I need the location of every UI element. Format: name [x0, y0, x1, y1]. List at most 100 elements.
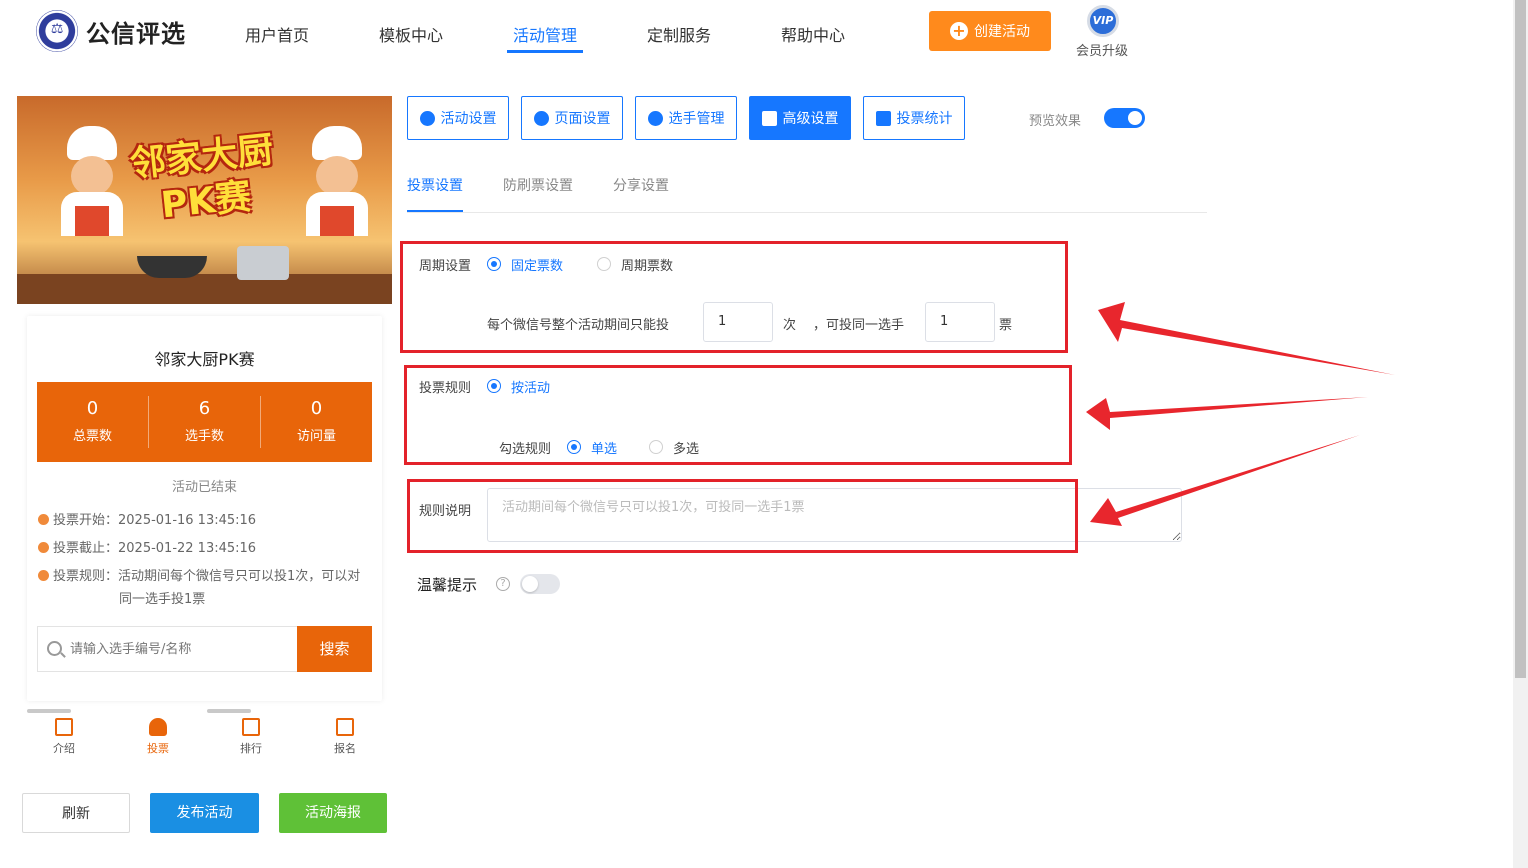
nav-template-center[interactable]: 模板中心 [379, 22, 443, 46]
fixed-votes-label[interactable]: 固定票数 [511, 255, 563, 274]
refresh-button[interactable]: 刷新 [22, 793, 130, 833]
times-per-wechat-input[interactable]: 1 [703, 302, 773, 342]
vip-icon[interactable]: VIP [1087, 5, 1119, 37]
arrow-icon [1098, 302, 1395, 375]
activity-status: 活动已结束 [171, 480, 237, 495]
cycle-votes-label[interactable]: 周期票数 [621, 255, 673, 274]
stat-total-votes: 0 总票数 [37, 382, 148, 462]
vote-statistics-button[interactable]: 投票统计 [863, 96, 965, 140]
brand-name: 公信评选 [86, 20, 186, 48]
star-icon [419, 110, 435, 126]
user-icon [149, 718, 167, 736]
stat-visits: 0 访问量 [261, 382, 372, 462]
vote-end-text: 投票截止：2025-01-22 13:45:16 [53, 541, 257, 556]
search-button[interactable]: 搜索 [297, 626, 372, 672]
by-activity-label[interactable]: 按活动 [511, 377, 550, 396]
nav-help-center[interactable]: 帮助中心 [781, 22, 845, 46]
clock-icon [38, 514, 49, 525]
tab-vote-settings[interactable]: 投票设置 [407, 175, 463, 195]
times-unit-text: 次 [783, 318, 797, 333]
votes-per-contestant-input[interactable]: 1 [925, 302, 995, 342]
subtab-divider [407, 212, 1207, 213]
page-settings-button[interactable]: 页面设置 [521, 96, 623, 140]
info-icon [38, 570, 49, 581]
tab-anti-fraud-settings[interactable]: 防刷票设置 [503, 175, 573, 195]
activity-settings-button[interactable]: 活动设置 [407, 96, 509, 140]
warm-tip-label: 温馨提示 [417, 576, 478, 594]
create-activity-button[interactable]: + 创建活动 [929, 11, 1051, 51]
activity-banner: 邻家大厨 PK赛 [17, 96, 392, 304]
button-label: 投票统计 [896, 111, 953, 127]
stat-value: 6 [198, 398, 211, 419]
rule-description-textarea[interactable] [487, 488, 1182, 542]
preview-effect-label: 预览效果 [1029, 114, 1082, 129]
limit-mid-text: ，可投同一选手 [813, 318, 905, 333]
stats-panel: 0 总票数 6 选手数 0 访问量 [37, 382, 372, 462]
tab-signup[interactable]: 报名 [315, 718, 375, 756]
radio-multi-select[interactable] [649, 440, 663, 454]
vip-upgrade-link[interactable]: 会员升级 [1076, 40, 1128, 59]
preview-effect-toggle[interactable] [1104, 108, 1145, 128]
subtab-active-indicator [407, 210, 463, 212]
search-input[interactable] [70, 639, 290, 659]
tab-label: 介绍 [53, 742, 75, 755]
intro-icon [55, 718, 73, 736]
stat-value: 0 [310, 398, 323, 419]
annotation-arrows [1086, 302, 1395, 526]
stat-value: 0 [86, 398, 99, 419]
tab-rank[interactable]: 排行 [221, 718, 281, 756]
plus-icon: + [950, 22, 968, 40]
warm-tip-toggle[interactable] [520, 574, 560, 594]
nav-user-home[interactable]: 用户首页 [245, 22, 309, 46]
vote-start-text: 投票开始：2025-01-16 13:45:16 [53, 513, 257, 528]
advanced-settings-button[interactable]: 高级设置 [749, 96, 851, 140]
contestant-management-button[interactable]: 选手管理 [635, 96, 737, 140]
radio-by-activity[interactable] [487, 379, 501, 393]
single-select-label[interactable]: 单选 [591, 438, 617, 457]
button-label: 选手管理 [668, 111, 725, 127]
button-label: 高级设置 [782, 111, 839, 127]
radio-cycle-votes[interactable] [597, 257, 611, 271]
button-label: 活动设置 [440, 111, 497, 127]
tab-intro[interactable]: 介绍 [34, 718, 94, 756]
publish-activity-button[interactable]: 发布活动 [150, 793, 259, 833]
search-box [37, 626, 297, 672]
banner-title: 邻家大厨 PK赛 [127, 129, 276, 227]
activity-poster-button[interactable]: 活动海报 [279, 793, 387, 833]
limit-prefix-text: 每个微信号整个活动期间只能投 [487, 318, 670, 333]
question-icon[interactable]: ? [496, 577, 510, 591]
vote-rule-info: 投票规则：活动期间每个微信号只可以投1次，可以对 [38, 565, 360, 588]
vote-rule-text-cont: 同一选手投1票 [119, 592, 206, 607]
activity-title: 邻家大厨PK赛 [154, 350, 255, 369]
signup-icon [336, 718, 354, 736]
nav-custom-service[interactable]: 定制服务 [647, 22, 711, 46]
radio-fixed-votes[interactable] [487, 257, 501, 271]
activity-card: 邻家大厨PK赛 0 总票数 6 选手数 0 访问量 活动已结束 投票开始：202… [27, 316, 382, 701]
stat-contestants: 6 选手数 [149, 382, 260, 462]
nav-activity-management[interactable]: 活动管理 [513, 22, 577, 46]
vote-end-info: 投票截止：2025-01-22 13:45:16 [38, 537, 256, 560]
multi-select-label[interactable]: 多选 [673, 438, 699, 457]
logo-icon: ⚖ [36, 10, 78, 52]
tab-share-settings[interactable]: 分享设置 [613, 175, 669, 195]
arrow-icon [1086, 397, 1368, 430]
clock-icon [38, 542, 49, 553]
nav-active-indicator [507, 50, 583, 53]
pan-illustration [137, 256, 207, 278]
select-rule-label: 勾选规则 [499, 442, 552, 457]
gear-icon [533, 110, 549, 126]
banner-counter [17, 274, 392, 304]
arrow-icon [1090, 435, 1360, 526]
vote-start-info: 投票开始：2025-01-16 13:45:16 [38, 509, 256, 532]
tab-label: 投票 [147, 742, 169, 755]
stat-label: 访问量 [296, 429, 336, 444]
rule-description-label: 规则说明 [419, 504, 472, 519]
chef-figure-left [57, 126, 127, 236]
tab-vote[interactable]: 投票 [128, 718, 188, 756]
search-icon [47, 641, 62, 656]
create-activity-label: 创建活动 [974, 24, 1030, 40]
page-scrollbar-thumb[interactable] [1515, 0, 1526, 678]
rank-icon [242, 718, 260, 736]
radio-single-select[interactable] [567, 440, 581, 454]
stat-label: 选手数 [184, 429, 224, 444]
